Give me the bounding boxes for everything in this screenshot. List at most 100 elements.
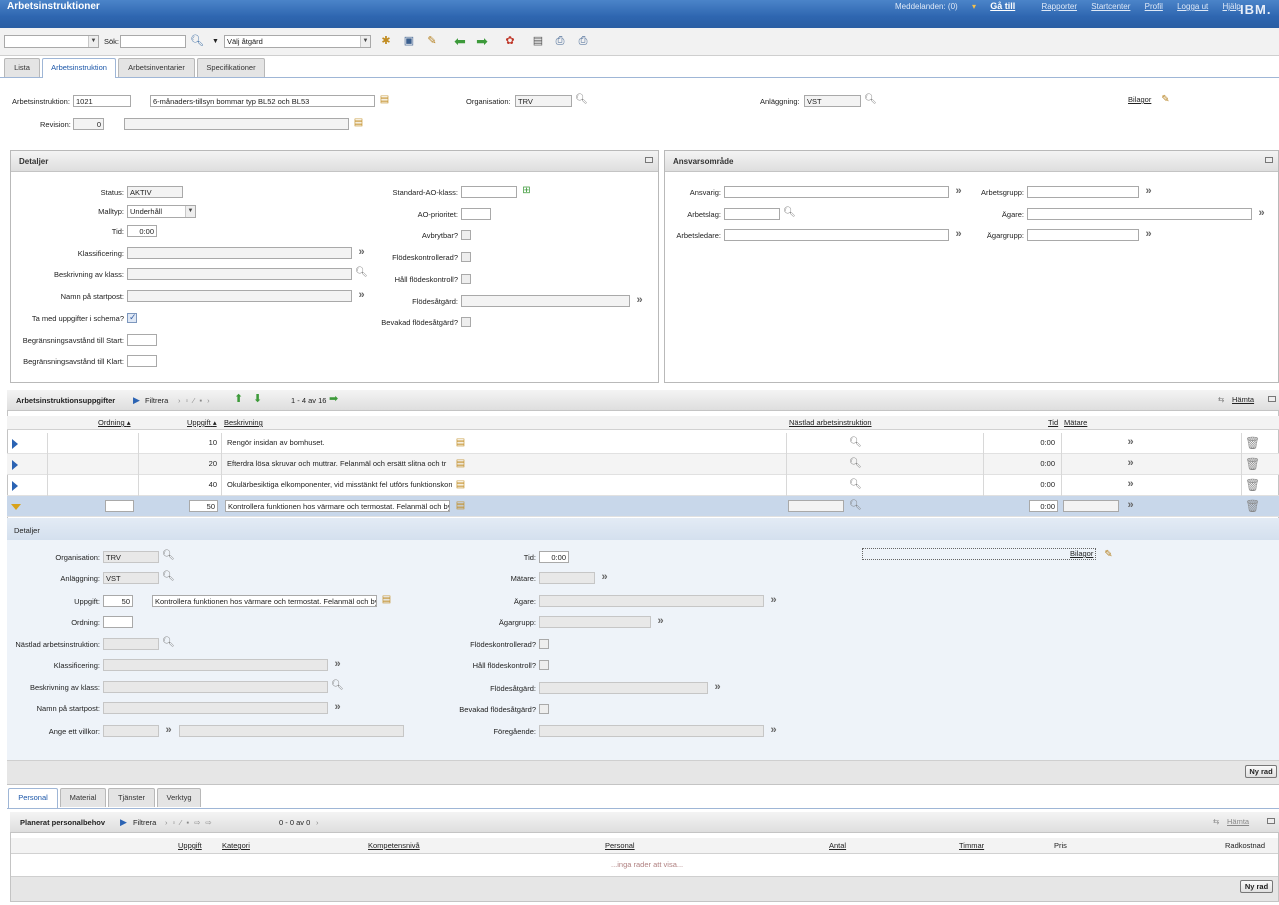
tab-personal[interactable]: Personal <box>8 788 58 808</box>
flowaction-input[interactable] <box>461 295 630 307</box>
search-icon[interactable]: 🔍︎ <box>849 437 862 450</box>
time-input[interactable]: 0:00 <box>539 551 569 563</box>
search-icon[interactable]: 🔍︎ <box>162 571 175 584</box>
action-select[interactable]: Välj åtgärd ▼ <box>224 35 371 48</box>
tab-specifications[interactable]: Specifikationer <box>197 58 265 77</box>
col-hours[interactable]: Timmar <box>959 841 984 850</box>
tab-list[interactable]: Lista <box>4 58 40 77</box>
org-input[interactable]: TRV <box>103 551 159 563</box>
minimize-icon[interactable] <box>1267 818 1275 824</box>
long-description-icon[interactable]: ▤ <box>352 117 365 130</box>
search-icon[interactable]: 🔍︎ <box>849 500 862 513</box>
table-row-selected[interactable]: 50 Kontrollera funktionen hos värmare oc… <box>7 496 1279 517</box>
detail-menu-icon[interactable]: » <box>1124 499 1137 512</box>
col-task[interactable]: Uppgift ▴ <box>187 418 217 427</box>
attachments-link[interactable]: Bilagor <box>1128 95 1151 105</box>
flowaction-input[interactable] <box>539 682 708 694</box>
detail-menu-icon[interactable]: » <box>711 681 724 694</box>
filter-link[interactable]: Filtrera <box>145 396 168 406</box>
edit-icon[interactable]: ✎ <box>424 33 440 49</box>
limit-start-input[interactable] <box>127 334 157 346</box>
previous-record-icon[interactable]: ⬅ <box>452 33 468 49</box>
detail-menu-icon[interactable]: » <box>1142 228 1155 241</box>
detail-menu-icon[interactable]: » <box>1124 478 1137 491</box>
fetch-link[interactable]: Hämta <box>1232 395 1254 405</box>
status-input[interactable]: AKTIV <box>127 186 183 198</box>
workgroup-input[interactable] <box>1027 186 1139 198</box>
startcenter-link[interactable]: Startcenter <box>1091 2 1130 11</box>
reports-link[interactable]: Rapporter <box>1041 2 1077 11</box>
detail-menu-icon[interactable]: » <box>162 724 175 737</box>
detail-menu-icon[interactable]: » <box>331 701 344 714</box>
site-input[interactable]: VST <box>804 95 861 107</box>
table-row[interactable]: 20 Efterdra lösa skruvar och muttrar. Fe… <box>7 454 1279 475</box>
condition-input[interactable] <box>103 725 159 737</box>
next-record-icon[interactable]: ➡ <box>474 33 490 49</box>
nested-input[interactable] <box>788 500 844 512</box>
workflow-icon[interactable]: ✿ <box>502 33 518 49</box>
col-person[interactable]: Personal <box>605 841 635 850</box>
time-input[interactable]: 0:00 <box>127 225 157 237</box>
col-category[interactable]: Kategori <box>222 841 250 850</box>
search-icon[interactable]: 🔍︎ <box>864 94 877 107</box>
class-description-input[interactable] <box>103 681 328 693</box>
revision-description-input[interactable] <box>124 118 349 130</box>
owner-input[interactable] <box>539 595 764 607</box>
filter-link[interactable]: Filtrera <box>133 818 156 828</box>
new-row-button[interactable]: Ny rad <box>1240 880 1273 893</box>
col-task[interactable]: Uppgift <box>178 841 202 850</box>
minimize-icon[interactable] <box>645 157 653 163</box>
col-qty[interactable]: Antal <box>829 841 846 850</box>
keepflow-checkbox[interactable] <box>539 660 549 670</box>
detail-menu-icon[interactable]: » <box>1124 436 1137 449</box>
watchflow-checkbox[interactable] <box>539 704 549 714</box>
startpost-input[interactable] <box>127 290 352 302</box>
keepflow-checkbox[interactable] <box>461 274 471 284</box>
col-cost[interactable]: Radkostnad <box>1225 841 1265 850</box>
flow-checkbox[interactable] <box>461 252 471 262</box>
detail-menu-icon[interactable]: » <box>633 294 646 307</box>
collapse-row-icon[interactable] <box>11 504 21 510</box>
search-options-chevron-icon[interactable]: ▼ <box>212 37 219 47</box>
filter-icon[interactable]: ▶ <box>133 395 140 405</box>
watchflow-checkbox[interactable] <box>461 317 471 327</box>
attachments-link[interactable]: Bilagor <box>1070 549 1093 559</box>
table-row[interactable]: 40 Okulärbesiktiga elkomponenter, vid mi… <box>7 475 1279 496</box>
fetch-link[interactable]: Hämta <box>1227 817 1249 827</box>
search-icon[interactable]: 🔍︎ <box>331 680 344 693</box>
crew-input[interactable] <box>724 208 780 220</box>
filter-icon[interactable]: ▶ <box>120 817 127 827</box>
site-input[interactable]: VST <box>103 572 159 584</box>
col-nested[interactable]: Nästlad arbetsinstruktion <box>789 418 872 427</box>
owner-input[interactable] <box>1027 208 1252 220</box>
class-description-input[interactable] <box>127 268 352 280</box>
classification-input[interactable] <box>103 659 328 671</box>
wi-description-input[interactable]: 6-månaders-tillsyn bommar typ BL52 och B… <box>150 95 375 107</box>
col-description[interactable]: Beskrivning <box>224 418 263 427</box>
long-description-icon[interactable]: ▤ <box>454 479 467 492</box>
task-description-input[interactable]: Kontrollera funktionen hos värmare och t… <box>152 595 377 607</box>
col-time[interactable]: Tid <box>1048 418 1058 427</box>
long-description-icon[interactable]: ▤ <box>454 458 467 471</box>
delete-icon[interactable]: 🗑︎ <box>1245 499 1260 513</box>
search-icon[interactable]: 🔍︎ <box>575 94 588 107</box>
add-icon[interactable]: ⊞ <box>520 185 533 198</box>
expand-row-icon[interactable] <box>12 481 18 491</box>
print-report-icon[interactable]: ⎙ <box>575 33 591 49</box>
save-icon[interactable]: ▣ <box>401 33 417 49</box>
attachments-icon[interactable]: ✎ <box>1102 549 1115 562</box>
responsible-input[interactable] <box>724 186 949 198</box>
search-icon[interactable]: 🔍︎ <box>189 33 205 49</box>
long-description-icon[interactable]: ▤ <box>454 437 467 450</box>
meter-input[interactable] <box>1063 500 1119 512</box>
long-description-icon[interactable]: ▤ <box>454 500 467 513</box>
search-icon[interactable]: 🔍︎ <box>162 637 175 650</box>
col-meter[interactable]: Mätare <box>1064 418 1087 427</box>
tab-assets[interactable]: Arbetsinventarier <box>118 58 195 77</box>
col-order[interactable]: Ordning ▴ <box>98 418 131 427</box>
search-icon[interactable]: 🔍︎ <box>162 550 175 563</box>
nested-input[interactable] <box>103 638 159 650</box>
tab-material[interactable]: Material <box>60 788 106 807</box>
description-input[interactable]: Kontrollera funktionen hos värmare och t… <box>225 500 450 512</box>
delete-icon[interactable]: 🗑︎ <box>1245 457 1260 471</box>
